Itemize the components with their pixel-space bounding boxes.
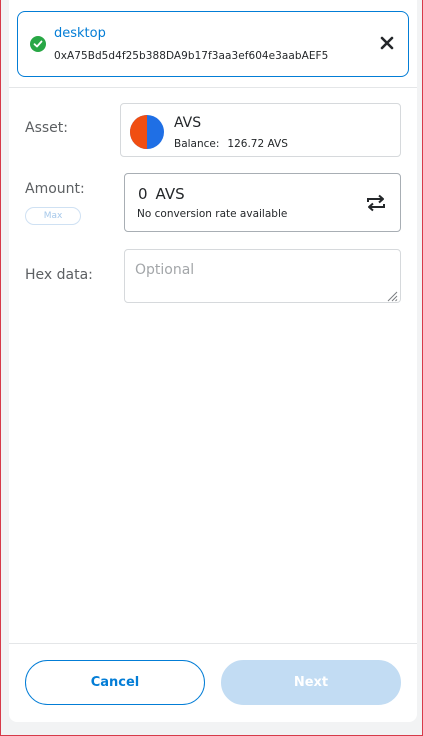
amount-input[interactable]: 0 AVS No conversion rate available bbox=[124, 173, 401, 232]
recipient-address: 0xA75Bd5d4f25b388DA9b17f3aa3ef604e3aabAE… bbox=[54, 50, 329, 62]
send-panel: desktop 0xA75Bd5d4f25b388DA9b17f3aa3ef60… bbox=[9, 0, 417, 722]
asset-token-icon bbox=[130, 115, 164, 149]
divider bbox=[9, 87, 417, 88]
cancel-button[interactable]: Cancel bbox=[25, 660, 205, 705]
conversion-rate-text: No conversion rate available bbox=[137, 208, 288, 220]
next-button[interactable]: Next bbox=[221, 660, 401, 705]
resize-grip-icon[interactable] bbox=[386, 287, 398, 302]
recipient-name: desktop bbox=[54, 26, 106, 41]
asset-balance: Balance: 126.72 AVS bbox=[174, 138, 288, 150]
hex-data-input[interactable] bbox=[124, 249, 401, 303]
divider bbox=[9, 643, 417, 644]
asset-selector[interactable]: AVS Balance: 126.72 AVS bbox=[120, 103, 401, 157]
amount-label: Amount: bbox=[25, 181, 85, 197]
hex-data-label: Hex data: bbox=[25, 267, 93, 283]
check-circle-icon bbox=[30, 36, 46, 52]
selected-recipient[interactable]: desktop 0xA75Bd5d4f25b388DA9b17f3aa3ef60… bbox=[17, 11, 409, 77]
max-button[interactable]: Max bbox=[25, 207, 81, 225]
window-frame: desktop 0xA75Bd5d4f25b388DA9b17f3aa3ef60… bbox=[0, 0, 423, 736]
amount-value: 0 AVS bbox=[138, 185, 185, 203]
close-icon[interactable] bbox=[378, 34, 396, 52]
asset-label: Asset: bbox=[25, 120, 68, 136]
swap-icon[interactable] bbox=[365, 194, 387, 212]
asset-name: AVS bbox=[174, 115, 202, 131]
